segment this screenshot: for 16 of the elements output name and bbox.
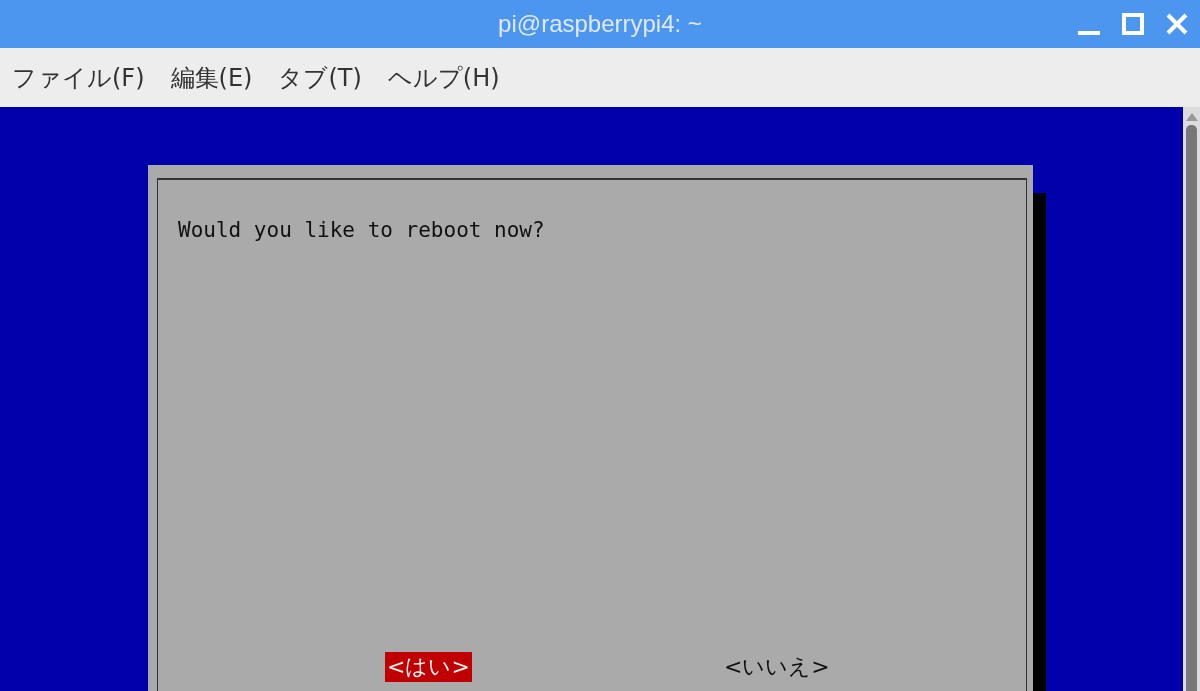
maximize-icon <box>1122 13 1144 35</box>
menu-item[interactable]: ヘルプ(H) <box>387 61 500 94</box>
scrollbar-thumb[interactable] <box>1186 125 1197 691</box>
menu-item[interactable]: 編集(E) <box>170 61 253 94</box>
maximize-button[interactable] <box>1120 11 1146 37</box>
dialog-message: Would you like to reboot now? <box>178 218 545 242</box>
dialog-button[interactable]: <はい> <box>385 652 472 682</box>
close-icon <box>1166 13 1188 35</box>
menu-item[interactable]: タブ(T) <box>278 61 362 94</box>
minimize-icon <box>1078 30 1100 35</box>
scrollbar[interactable] <box>1183 107 1200 691</box>
close-button[interactable] <box>1164 11 1190 37</box>
menu-item[interactable]: ファイル(F) <box>12 61 145 94</box>
scroll-up-icon <box>1185 113 1198 121</box>
window-title: pi@raspberrypi4: ~ <box>498 10 702 38</box>
dialog-button[interactable]: <いいえ> <box>721 652 832 682</box>
